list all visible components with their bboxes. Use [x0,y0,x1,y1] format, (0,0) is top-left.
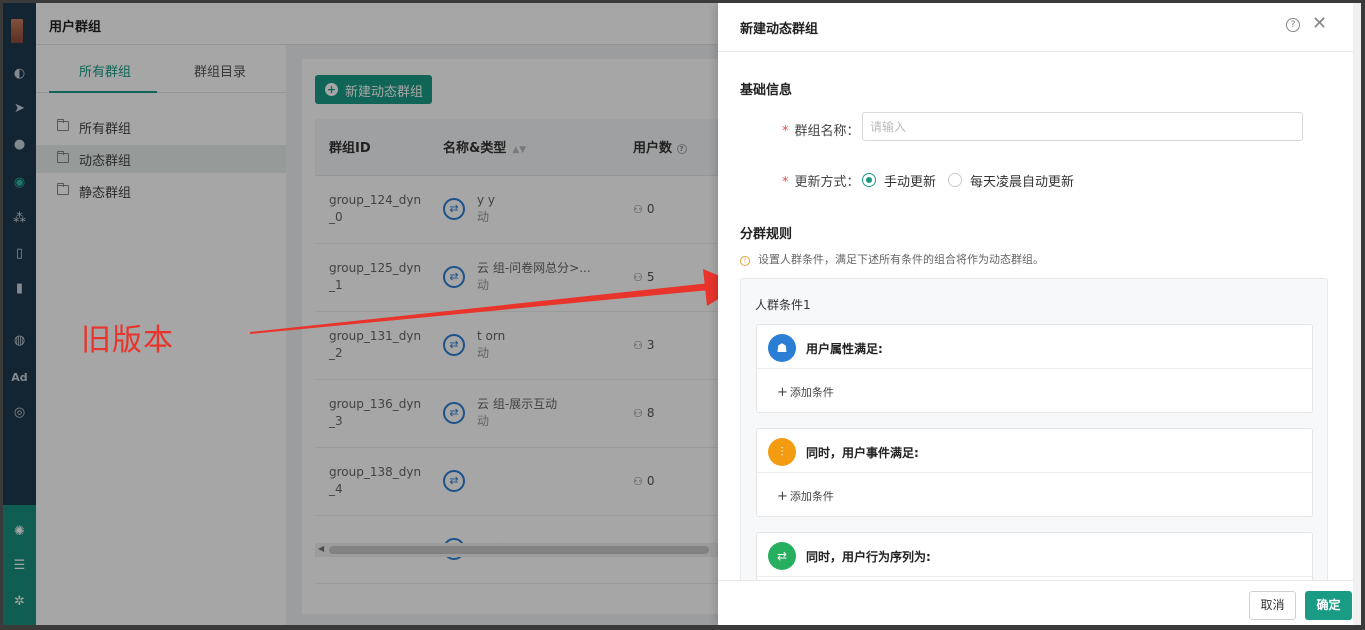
warning-icon: ! [740,256,750,266]
annotation-arrow [250,269,741,334]
add-condition-button[interactable]: + 添加条件 [777,488,834,504]
radio-manual-update-label[interactable]: 手动更新 [884,171,936,190]
confirm-button[interactable]: 确定 [1305,591,1352,620]
card-header: ☗ 用户属性满足: [757,325,1312,369]
update-mode-label: * 更新方式： [782,175,860,190]
drawer-footer: 取消 确定 [718,580,1353,625]
required-mark: * [782,175,789,190]
radio-manual-update[interactable] [862,173,876,187]
app-window: ◐ ➤ ● ◉ ⁂ ▯ ▮ ◍ Ad ◎ ✺ ☰ ✲ 用户群组 所有群组 群组目… [3,3,1361,625]
card-header: ⫶ 同时，用户事件满足: [757,429,1312,473]
user-property-icon: ☗ [768,334,796,362]
condition-title: 人群条件1 [755,298,811,312]
plus-icon: + [777,489,788,504]
add-condition-button[interactable]: + 添加条件 [777,384,834,400]
close-icon[interactable]: ✕ [1312,13,1327,34]
card-title: 用户属性满足: [806,342,883,356]
drawer-title: 新建动态群组 [740,22,819,37]
radio-auto-update[interactable] [948,173,962,187]
new-dynamic-group-drawer: 新建动态群组 ? ✕ 基础信息 *群组名称： *更新方式： 手动更新 每天凌晨自… [718,3,1353,625]
card-header: ⇄ 同时，用户行为序列为: [757,533,1312,577]
section-grouping-rules: 分群规则 [740,227,793,242]
radio-auto-update-label[interactable]: 每天凌晨自动更新 [970,171,1074,190]
arrow-shaft [250,282,720,334]
help-icon[interactable]: ? [1286,18,1300,32]
drawer-header: 新建动态群组 ? ✕ [718,3,1353,52]
sequence-icon: ⇄ [768,542,796,570]
group-name-input[interactable] [862,112,1303,141]
user-event-card: ⫶ 同时，用户事件满足: + 添加条件 [756,428,1313,517]
user-property-card: ☗ 用户属性满足: + 添加条件 [756,324,1313,413]
card-title: 同时，用户行为序列为: [806,550,931,564]
drawer-scrollbar[interactable] [1353,3,1361,625]
cancel-button[interactable]: 取消 [1249,591,1296,620]
section-basic-info: 基础信息 [740,83,793,98]
rules-hint: ! 设置人群条件，满足下述所有条件的组合将作为动态群组。 [740,251,1044,267]
group-name-label: * 群组名称： [782,124,860,139]
event-icon: ⫶ [768,438,796,466]
condition-group: 人群条件1 ☗ 用户属性满足: + 添加条件 ⫶ 同时，用户事件满足: + 添加条件… [740,278,1328,625]
required-mark: * [782,124,789,139]
plus-icon: + [777,385,788,400]
card-title: 同时，用户事件满足: [806,446,919,460]
